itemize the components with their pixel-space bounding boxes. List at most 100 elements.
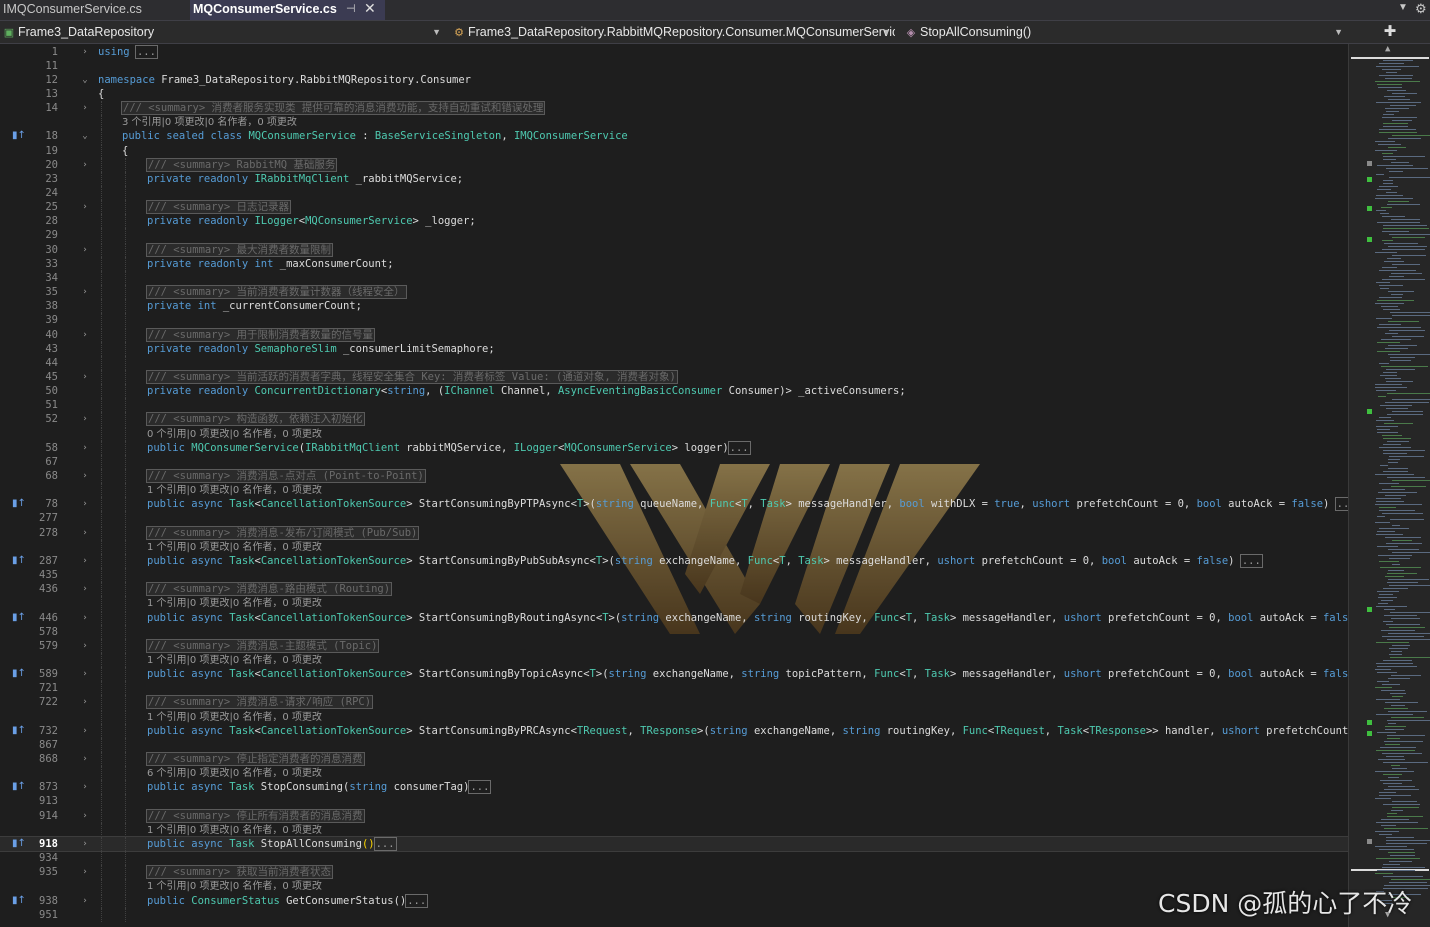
code-line[interactable]: 1 个引用|0 项更改|0 名作者，0 项更改 bbox=[0, 652, 1348, 667]
collapse-icon[interactable]: ⌄ bbox=[80, 73, 90, 87]
code-line[interactable]: 68 › /// <summary> 消费消息-点对点 (Point-to-Poin… bbox=[0, 469, 1348, 483]
scroll-up-icon[interactable]: ▲ bbox=[1385, 44, 1390, 54]
code-line[interactable]: 3 个引用|0 项更改|0 名作者，0 项更改 bbox=[0, 115, 1348, 130]
expand-icon[interactable]: › bbox=[80, 667, 90, 681]
project-dropdown[interactable]: ▣ Frame3_DataRepository ▼ bbox=[0, 21, 445, 43]
code-line[interactable]: 934 bbox=[0, 851, 1348, 866]
code-line[interactable]: 29 bbox=[0, 228, 1348, 243]
code-line[interactable]: 1 个引用|0 项更改|0 名作者，0 项更改 bbox=[0, 822, 1348, 837]
code-line[interactable]: 67 bbox=[0, 454, 1348, 469]
code-line[interactable]: ▮↑ 287 › public async Task<CancellationToke… bbox=[0, 553, 1348, 568]
code-line[interactable]: 868 › /// <summary> 停止指定消费者的消息消费 bbox=[0, 752, 1348, 766]
code-line[interactable]: 24 bbox=[0, 186, 1348, 200]
expand-icon[interactable]: › bbox=[80, 328, 90, 342]
member-dropdown[interactable]: ◈ StopAllConsuming() ▼ bbox=[902, 21, 1347, 43]
code-line[interactable]: 19 { bbox=[0, 143, 1348, 158]
expand-icon[interactable]: › bbox=[80, 695, 90, 709]
code-line[interactable]: 40 › /// <summary> 用于限制消费者数量的信号量 bbox=[0, 327, 1348, 342]
code-line[interactable]: 35 › /// <summary> 当前消费者数量计数器（线程安全） bbox=[0, 285, 1348, 300]
code-line[interactable]: 935 › /// <summary> 获取当前消费者状态 bbox=[0, 865, 1348, 880]
code-line[interactable]: ▮↑ 78 › public async Task<CancellationToken… bbox=[0, 497, 1348, 512]
code-editor[interactable]: 1 › using ... 11 12 ⌄ namespace Frame3_DataRep… bbox=[0, 44, 1348, 927]
code-line[interactable]: 913 bbox=[0, 794, 1348, 809]
expand-icon[interactable]: › bbox=[80, 243, 90, 257]
code-line[interactable]: ▮↑ 938 › public ConsumerStatus GetConsumerS… bbox=[0, 893, 1348, 908]
tab-mqconsumerservice[interactable]: MQConsumerService.cs ⊣ ✕ bbox=[190, 0, 385, 20]
expand-icon[interactable]: › bbox=[80, 611, 90, 625]
code-line[interactable]: ▮↑ 732 › public async Task<CancellationToke… bbox=[0, 723, 1348, 738]
code-line[interactable]: 6 个引用|0 项更改|0 名作者，0 项更改 bbox=[0, 766, 1348, 781]
expand-icon[interactable]: › bbox=[80, 469, 90, 483]
code-line[interactable]: 435 bbox=[0, 568, 1348, 583]
scrollbar-map[interactable]: ▲ ▼ bbox=[1348, 44, 1430, 927]
code-line[interactable]: 50 private readonly ConcurrentDictionary<… bbox=[0, 384, 1348, 399]
code-line[interactable]: 45 › /// <summary> 当前活跃的消费者字典，线程安全集合 Key: … bbox=[0, 369, 1348, 384]
code-line[interactable]: 25 › /// <summary> 日志记录器 bbox=[0, 200, 1348, 215]
code-line[interactable]: 13 { bbox=[0, 87, 1348, 101]
code-line[interactable]: 277 bbox=[0, 511, 1348, 526]
code-line[interactable]: 1 个引用|0 项更改|0 名作者，0 项更改 bbox=[0, 483, 1348, 498]
collapse-icon[interactable]: ⌄ bbox=[80, 129, 90, 143]
code-line[interactable]: 38 private int _currentConsumerCount; bbox=[0, 299, 1348, 314]
expand-icon[interactable]: › bbox=[80, 45, 90, 59]
expand-icon[interactable]: › bbox=[80, 497, 90, 511]
code-line[interactable]: 722 › /// <summary> 消费消息-请求/响应 (RPC) bbox=[0, 695, 1348, 710]
gear-icon[interactable]: ⚙ bbox=[1415, 1, 1427, 17]
expand-icon[interactable]: › bbox=[80, 639, 90, 653]
code-line[interactable]: 39 bbox=[0, 313, 1348, 328]
code-line[interactable]: ▮↑ 589 › public async Task<CancellationToke… bbox=[0, 667, 1348, 682]
expand-icon[interactable]: › bbox=[80, 285, 90, 299]
code-line[interactable]: 579 › /// <summary> 消费消息-主题模式 (Topic) bbox=[0, 638, 1348, 653]
expand-icon[interactable]: › bbox=[80, 780, 90, 794]
code-line[interactable]: 578 bbox=[0, 624, 1348, 639]
expand-icon[interactable]: › bbox=[80, 724, 90, 738]
expand-icon[interactable]: › bbox=[80, 837, 90, 851]
code-line[interactable]: ▮↑ 446 › public async Task<CancellationToke… bbox=[0, 610, 1348, 625]
code-line[interactable]: 951 bbox=[0, 907, 1348, 922]
code-line[interactable]: 52 › /// <summary> 构造函数，依赖注入初始化 bbox=[0, 412, 1348, 427]
code-line[interactable]: 30 › /// <summary> 最大消费者数量限制 bbox=[0, 242, 1348, 257]
code-line[interactable]: ▮↑ 918 › public async Task StopAllConsuming… bbox=[0, 835, 1348, 852]
code-line[interactable]: 1 › using ... bbox=[0, 44, 1348, 59]
expand-icon[interactable]: › bbox=[80, 554, 90, 568]
code-line[interactable]: 20 › /// <summary> RabbitMQ 基础服务 bbox=[0, 157, 1348, 172]
tab-imqconsumerservice[interactable]: IMQConsumerService.cs bbox=[0, 0, 190, 20]
code-line[interactable]: 34 bbox=[0, 270, 1348, 285]
expand-icon[interactable]: › bbox=[80, 200, 90, 214]
split-view-icon[interactable]: ✚ bbox=[1382, 21, 1398, 43]
code-line[interactable]: 11 bbox=[0, 59, 1348, 73]
code-line[interactable]: 1 个引用|0 项更改|0 名作者，0 项更改 bbox=[0, 709, 1348, 724]
chevron-down-icon[interactable]: ▼ bbox=[1398, 2, 1408, 13]
expand-icon[interactable]: › bbox=[80, 158, 90, 172]
code-line[interactable]: 914 › /// <summary> 停止所有消费者的消息消费 bbox=[0, 808, 1348, 823]
code-line[interactable]: 278 › /// <summary> 消费消息-发布/订阅模式 (Pub/Sub) bbox=[0, 525, 1348, 540]
expand-icon[interactable]: › bbox=[80, 894, 90, 908]
code-line[interactable]: 43 private readonly SemaphoreSlim _consum… bbox=[0, 341, 1348, 356]
code-line[interactable]: 44 bbox=[0, 355, 1348, 370]
code-line[interactable]: 33 private readonly int _maxConsumerCount… bbox=[0, 256, 1348, 271]
code-line[interactable]: 12 ⌄ namespace Frame3_DataRepository.Rabbi… bbox=[0, 73, 1348, 87]
code-line[interactable]: 1 个引用|0 项更改|0 名作者，0 项更改 bbox=[0, 879, 1348, 894]
code-line[interactable]: 721 bbox=[0, 681, 1348, 696]
code-line[interactable]: 436 › /// <summary> 消费消息-路由模式 (Routing) bbox=[0, 582, 1348, 597]
code-line[interactable]: 867 bbox=[0, 737, 1348, 752]
code-line[interactable]: 58 › public MQConsumerService(IRabbitMqCli… bbox=[0, 440, 1348, 455]
code-line[interactable]: 1 个引用|0 项更改|0 名作者，0 项更改 bbox=[0, 596, 1348, 611]
code-line[interactable]: ▮↑ 18 ⌄ public sealed class MQConsumerServi… bbox=[0, 129, 1348, 144]
expand-icon[interactable]: › bbox=[80, 370, 90, 384]
type-dropdown[interactable]: ⚙ Frame3_DataRepository.RabbitMQRepositor… bbox=[450, 21, 895, 43]
code-line[interactable]: 1 个引用|0 项更改|0 名作者，0 项更改 bbox=[0, 539, 1348, 554]
expand-icon[interactable]: › bbox=[80, 526, 90, 540]
expand-icon[interactable]: › bbox=[80, 101, 90, 115]
pin-icon[interactable]: ⊣ bbox=[346, 0, 356, 19]
expand-icon[interactable]: › bbox=[80, 865, 90, 879]
code-line[interactable]: 14 › /// <summary> 消费者服务实现类 提供可靠的消息消费功能，支持… bbox=[0, 101, 1348, 116]
close-icon[interactable]: ✕ bbox=[364, 0, 376, 18]
expand-icon[interactable]: › bbox=[80, 752, 90, 766]
code-line[interactable]: 0 个引用|0 项更改|0 名作者，0 项更改 bbox=[0, 426, 1348, 441]
code-line[interactable]: 23 private readonly IRabbitMqClient _rabb… bbox=[0, 171, 1348, 186]
code-line[interactable]: ▮↑ 873 › public async Task StopConsuming(st… bbox=[0, 780, 1348, 795]
expand-icon[interactable]: › bbox=[80, 412, 90, 426]
expand-icon[interactable]: › bbox=[80, 582, 90, 596]
code-line[interactable]: 51 bbox=[0, 398, 1348, 413]
